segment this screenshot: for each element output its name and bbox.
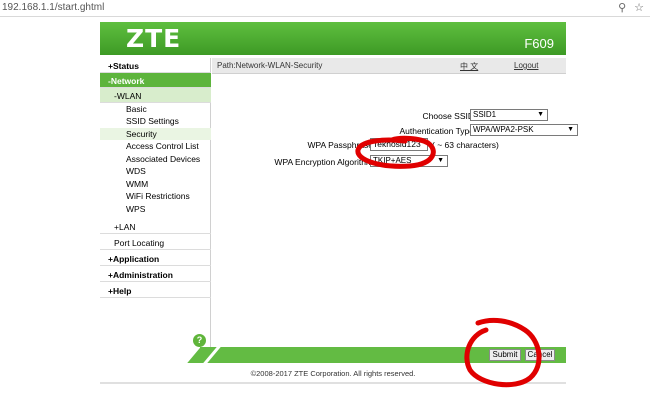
key-icon[interactable]: ⚲: [618, 2, 626, 14]
breadcrumb: Path:Network-WLAN-Security: [217, 61, 323, 70]
ssid-select[interactable]: SSID1 ▼: [470, 109, 548, 121]
encryption-select[interactable]: TKIP+AES ▼: [370, 155, 448, 167]
sidebar: +Status -Network -WLAN Basic SSID Settin…: [100, 58, 211, 356]
submit-button[interactable]: Submit: [489, 349, 521, 361]
auth-row: Authentication Type WPA/WPA2-PSK ▼: [212, 124, 578, 138]
sidebar-item-ssid-settings[interactable]: SSID Settings: [100, 115, 211, 127]
passphrase-hint: ( ~ 63 characters): [432, 140, 499, 150]
logout-link[interactable]: Logout: [514, 61, 538, 70]
chevron-down-icon: ▼: [567, 126, 574, 133]
action-bar: Submit Cancel: [100, 347, 566, 363]
security-form: Choose SSID SSID1 ▼ Authentication Type W…: [212, 74, 578, 354]
passphrase-label: WPA Passphrase: [307, 140, 373, 150]
chevron-down-icon: ▼: [437, 157, 444, 164]
passphrase-input[interactable]: Teknosid123: [370, 138, 428, 151]
sidebar-item-status[interactable]: +Status: [100, 58, 211, 73]
header-bar: ZTE F609: [100, 22, 566, 55]
browser-address-bar[interactable]: 192.168.1.1/start.ghtml ⚲ ☆: [0, 0, 650, 17]
ssid-label: Choose SSID: [422, 111, 475, 121]
zte-logo: ZTE: [126, 24, 182, 53]
language-link[interactable]: 中 文: [460, 61, 478, 72]
sidebar-item-administration[interactable]: +Administration: [100, 266, 211, 282]
sidebar-item-basic[interactable]: Basic: [100, 103, 211, 115]
encryption-row: WPA Encryption Algorithm TKIP+AES ▼: [212, 155, 566, 169]
sidebar-item-application[interactable]: +Application: [100, 250, 211, 266]
sidebar-item-wps[interactable]: WPS: [100, 203, 211, 215]
sidebar-item-wmm[interactable]: WMM: [100, 178, 211, 190]
ssid-row: Choose SSID SSID1 ▼: [212, 109, 566, 123]
chevron-down-icon: ▼: [537, 111, 544, 118]
sidebar-item-access-control-list[interactable]: Access Control List: [100, 140, 211, 152]
sidebar-item-associated-devices[interactable]: Associated Devices: [100, 153, 211, 165]
model-label: F609: [524, 36, 554, 51]
star-icon[interactable]: ☆: [634, 2, 644, 14]
help-icon[interactable]: ?: [193, 334, 206, 347]
url-text[interactable]: 192.168.1.1/start.ghtml: [2, 2, 104, 13]
path-bar: Path:Network-WLAN-Security 中 文 Logout: [212, 58, 566, 74]
sidebar-item-lan[interactable]: +LAN: [100, 218, 211, 234]
sidebar-item-security[interactable]: Security: [100, 128, 211, 140]
encryption-label: WPA Encryption Algorithm: [274, 157, 373, 167]
auth-type-select[interactable]: WPA/WPA2-PSK ▼: [470, 124, 578, 136]
sidebar-item-wds[interactable]: WDS: [100, 165, 211, 177]
auth-label: Authentication Type: [399, 126, 474, 136]
sidebar-item-wlan[interactable]: -WLAN: [100, 88, 211, 103]
passphrase-row: WPA Passphrase Teknosid123 ( ~ 63 charac…: [212, 138, 566, 152]
copyright-text: ©2008-2017 ZTE Corporation. All rights r…: [250, 369, 416, 378]
sidebar-item-help[interactable]: +Help: [100, 282, 211, 298]
cancel-button[interactable]: Cancel: [525, 349, 555, 361]
sidebar-item-port-locating[interactable]: Port Locating: [100, 235, 211, 250]
sidebar-item-network[interactable]: -Network: [100, 73, 211, 88]
footer: ©2008-2017 ZTE Corporation. All rights r…: [100, 366, 566, 384]
sidebar-item-wifi-restrictions[interactable]: WiFi Restrictions: [100, 190, 211, 202]
router-app: ZTE F609 +Status -Network -WLAN Basic SS…: [100, 22, 578, 384]
